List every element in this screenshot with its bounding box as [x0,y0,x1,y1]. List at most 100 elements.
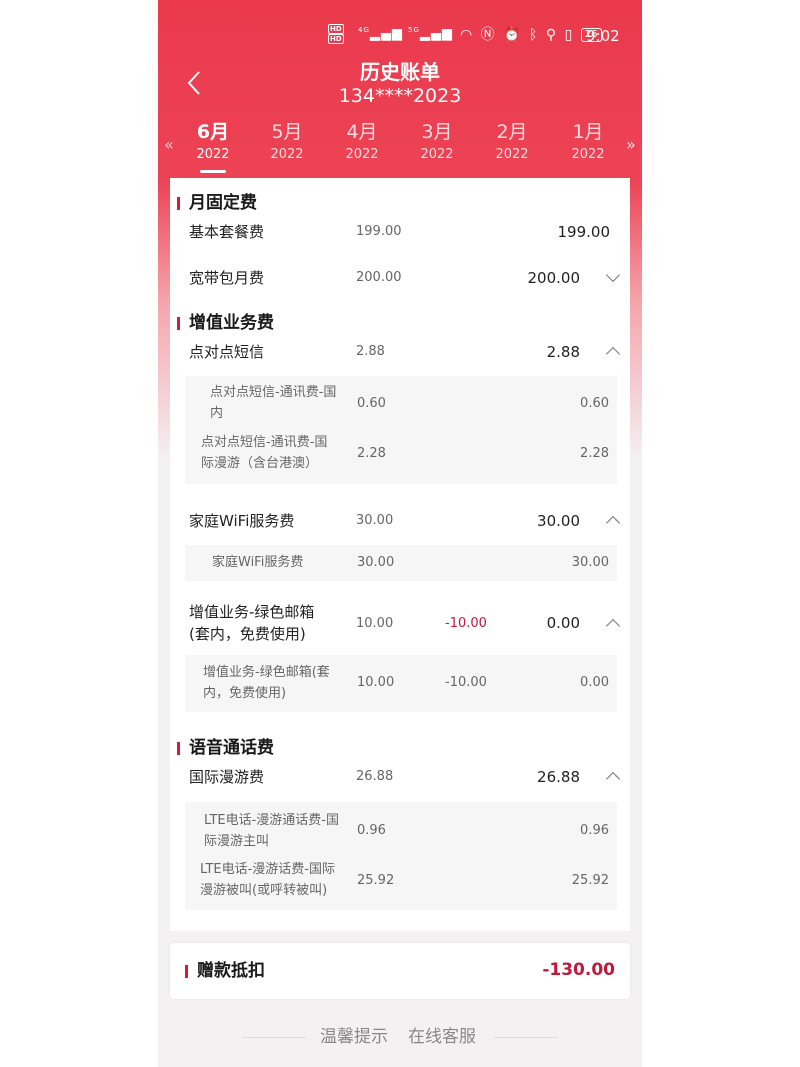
tab-year-label: 2022 [420,147,454,162]
tab-year-label: 2022 [571,147,605,162]
clock: 9:02 [586,27,620,45]
tab-month-3[interactable]: 3月 2022 [402,120,472,164]
tab-year-label: 2022 [345,147,379,162]
item-total-amount: 0.00 [546,614,580,632]
detail-name: LTE电话-漫游话费-国际 漫游被叫(或呼转被叫) [200,859,335,901]
item-name-line: (套内，免费使用) [189,625,306,643]
deduction-card: 赠款抵扣 -130.00 [170,943,630,999]
online-service-link[interactable]: 在线客服 [408,1025,476,1049]
detail-original-amount: 0.96 [357,823,386,838]
hd-badge-1: HD [328,24,344,34]
detail-original-amount: 25.92 [357,873,395,888]
item-total-amount: 200.00 [527,269,581,287]
detail-total-amount: 30.00 [571,555,609,570]
detail-name: 增值业务-绿色邮箱(套 内，免费使用) [203,662,330,704]
detail-original-amount: 0.60 [357,396,386,411]
tab-month-label: 1月 [572,121,604,143]
deduction-label-text: 赠款抵扣 [197,961,265,981]
detail-name: LTE电话-漫游通话费-国 际漫游主叫 [204,810,339,852]
tab-active-indicator [200,170,226,173]
tab-month-6[interactable]: 6月 2022 [178,120,248,173]
detail-name: 点对点短信-通讯费-国 际漫游（含台港澳） [201,432,327,474]
footer-links: 温馨提示 在线客服 [158,1024,642,1050]
chevron-up-icon[interactable] [605,515,621,531]
tab-month-label: 4月 [346,121,378,143]
tab-month-4[interactable]: 4月 2022 [327,120,397,164]
status-icons: ◠ Ⓝ ⏰ ᛒ ⚲ ▯ 26 [460,24,602,44]
item-name: 点对点短信 [189,343,265,361]
section-title: 语音通话费 [189,738,274,758]
item-total-amount: 26.88 [537,768,580,786]
footer-divider-right [494,1037,558,1038]
tab-month-label: 3月 [421,121,453,143]
bill-detail-card: 月固定费 基本套餐费 199.00 199.00 宽带包月费 200.00 20… [170,178,630,931]
item-original-amount: 200.00 [356,270,402,285]
tab-month-1[interactable]: 1月 2022 [553,120,623,164]
detail-name-line: 内，免费使用) [203,686,287,701]
tab-month-5[interactable]: 5月 2022 [252,120,322,164]
item-name: 国际漫游费 [189,768,265,786]
item-name-line: 增值业务-绿色邮箱 [189,603,315,621]
deduction-label: 赠款抵扣 [185,960,265,982]
wifi-detail-panel: 家庭WiFi服务费 30.00 30.00 [185,545,617,581]
detail-total-amount: 0.60 [580,396,609,411]
chevron-up-icon[interactable] [605,346,621,362]
network-type-1: 4G [358,26,370,34]
roaming-detail-panel: LTE电话-漫游通话费-国 际漫游主叫 0.96 0.96 LTE电话-漫游话费… [185,802,617,910]
item-name: 基本套餐费 [189,223,265,241]
bluetooth-icon: ᛒ [529,27,540,43]
status-bar: HD HD 4G▂▄▆ 5G▂▄▆ ◠ Ⓝ ⏰ ᛒ ⚲ ▯ 26 9:02 [158,18,642,54]
hd-badge-2: HD [328,34,344,44]
chevron-up-icon[interactable] [605,618,621,634]
tab-month-2[interactable]: 2月 2022 [477,120,547,164]
tabs-scroll-right-icon[interactable]: » [626,135,636,154]
vibrate-icon: ▯ [564,27,575,43]
deduction-amount: -130.00 [542,960,615,980]
detail-total-amount: 2.28 [580,446,609,461]
detail-name: 点对点短信-通讯费-国 内 [210,382,336,424]
item-name: 宽带包月费 [189,269,265,287]
detail-name-line: LTE电话-漫游话费-国际 [200,862,335,877]
hd-indicator: HD HD [328,24,344,44]
section-title: 月固定费 [189,193,257,213]
detail-total-amount: 0.00 [580,675,609,690]
item-discount-amount: -10.00 [445,616,487,631]
section-voice: 语音通话费 [177,737,274,759]
detail-name-line: 点对点短信-通讯费-国 [201,435,328,450]
phone-screen: HD HD 4G▂▄▆ 5G▂▄▆ ◠ Ⓝ ⏰ ᛒ ⚲ ▯ 26 9:02 历史… [158,0,642,1067]
item-total-amount: 30.00 [537,512,580,530]
item-original-amount: 2.88 [356,344,385,359]
detail-discount-amount: -10.00 [445,675,487,690]
chevron-down-icon[interactable] [605,267,621,283]
tab-month-label: 6月 [196,121,230,143]
sms-detail-panel: 点对点短信-通讯费-国 内 0.60 0.60 点对点短信-通讯费-国 际漫游（… [185,376,617,484]
detail-original-amount: 30.00 [357,555,395,570]
footer-divider-left [242,1037,306,1038]
tab-month-label: 2月 [496,121,528,143]
item-name: 增值业务-绿色邮箱 (套内，免费使用) [189,601,314,645]
section-value-added: 增值业务费 [177,312,274,334]
item-total-amount: 2.88 [546,343,580,361]
detail-name-line: 际漫游（含台港澳） [201,456,319,471]
tabs-scroll-left-icon[interactable]: « [164,135,174,154]
detail-name-line: LTE电话-漫游通话费-国 [204,813,339,828]
tab-year-label: 2022 [196,147,230,162]
location-icon: ⚲ [545,27,559,43]
page-title: 历史账单 [360,60,440,84]
section-marker [185,965,188,978]
section-marker [177,317,180,330]
item-original-amount: 30.00 [356,513,394,528]
item-original-amount: 199.00 [356,224,402,239]
nfc-icon: Ⓝ [480,27,497,43]
tab-month-label: 5月 [271,121,303,143]
detail-original-amount: 2.28 [357,446,386,461]
detail-original-amount: 10.00 [357,675,395,690]
tips-link[interactable]: 温馨提示 [320,1025,388,1049]
item-original-amount: 10.00 [356,616,394,631]
section-marker [177,742,180,755]
chevron-up-icon[interactable] [605,771,621,787]
detail-total-amount: 25.92 [571,873,609,888]
detail-name-line: 点对点短信-通讯费-国 [210,385,337,400]
item-name: 家庭WiFi服务费 [189,512,295,530]
detail-name-line: 增值业务-绿色邮箱(套 [203,665,330,680]
